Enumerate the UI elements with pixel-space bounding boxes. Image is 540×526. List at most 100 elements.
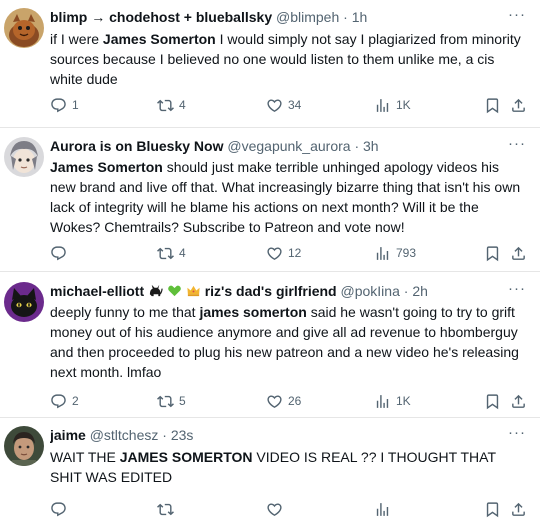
avatar-photo-icon [4, 426, 44, 466]
like-count: 26 [288, 394, 302, 408]
tweet[interactable]: blimp → chodehost + blueballsky @blimpeh… [0, 0, 540, 128]
separator-dot: · [354, 138, 360, 154]
avatar[interactable] [4, 8, 44, 48]
heart-icon [266, 501, 283, 518]
tweet[interactable]: michael-elliott riz's dad's girlfriend @… [0, 272, 540, 418]
timestamp[interactable]: 23s [171, 427, 194, 443]
retweet-button[interactable]: 4 [157, 244, 186, 262]
action-bar: 4 12 793 [50, 244, 530, 262]
avatar[interactable] [4, 426, 44, 466]
avatar-black-cat-icon [4, 282, 44, 322]
crown-emoji-icon [187, 285, 200, 297]
green-heart-emoji-icon [168, 285, 181, 297]
tweet-text: WAIT THE JAMES SOMERTON VIDEO IS REAL ??… [50, 449, 496, 485]
bookmark-icon [484, 245, 501, 262]
view-count: 793 [396, 246, 417, 260]
bookmark-icon [484, 97, 501, 114]
mention-highlight: James Somerton [50, 159, 163, 175]
reply-icon [50, 393, 67, 410]
more-dots-icon[interactable]: ··· [508, 281, 526, 300]
views-chart-icon [374, 501, 391, 518]
bookmark-button[interactable] [484, 244, 501, 262]
views-chart-icon [374, 245, 391, 262]
share-icon [510, 245, 527, 262]
user-handle[interactable]: @stltchesz [90, 427, 159, 443]
like-count: 34 [288, 98, 302, 112]
user-handle[interactable]: @pokIina [341, 283, 400, 299]
reply-icon [50, 245, 67, 262]
display-name-secondary[interactable]: riz's dad's girlfriend [205, 283, 337, 299]
share-icon [510, 501, 527, 518]
user-handle[interactable]: @blimpeh [276, 9, 339, 25]
reply-icon [50, 97, 67, 114]
display-name[interactable]: Aurora is on Bluesky Now [50, 138, 223, 154]
retweet-icon [157, 97, 174, 114]
heart-icon [266, 245, 283, 262]
retweet-icon [157, 393, 174, 410]
black-cat-emoji-icon [149, 284, 163, 297]
reply-count: 1 [72, 98, 79, 112]
view-count: 1K [396, 394, 411, 408]
avatar-anime-character-icon [4, 137, 44, 177]
tweet[interactable]: Aurora is on Bluesky Now @vegapunk_auror… [0, 128, 540, 272]
views-button[interactable] [374, 500, 396, 518]
like-button[interactable] [266, 500, 288, 518]
views-button[interactable]: 793 [374, 244, 416, 262]
bookmark-icon [484, 501, 501, 518]
timestamp[interactable]: 1h [352, 9, 368, 25]
display-name[interactable]: jaime [50, 427, 86, 443]
bookmark-button[interactable] [484, 392, 501, 410]
tweet-header: blimp → chodehost + blueballsky @blimpeh… [50, 8, 506, 26]
avatar[interactable] [4, 282, 44, 322]
reply-button[interactable]: 1 [50, 96, 79, 114]
bookmark-button[interactable] [484, 500, 501, 518]
timestamp[interactable]: 3h [363, 138, 379, 154]
reply-button[interactable]: 2 [50, 392, 79, 410]
reply-button[interactable] [50, 500, 72, 518]
avatar-cartoon-character-icon [4, 8, 44, 48]
like-count: 12 [288, 246, 302, 260]
share-button[interactable] [510, 500, 527, 518]
bookmark-button[interactable] [484, 96, 501, 114]
user-handle[interactable]: @vegapunk_aurora [227, 138, 350, 154]
avatar[interactable] [4, 137, 44, 177]
views-button[interactable]: 1K [374, 96, 411, 114]
retweet-icon [157, 501, 174, 518]
share-icon [510, 393, 527, 410]
like-button[interactable]: 12 [266, 244, 301, 262]
action-bar: 2 5 26 1K [50, 392, 530, 410]
more-dots-icon[interactable]: ··· [508, 425, 526, 444]
display-name[interactable]: michael-elliott [50, 283, 144, 299]
display-name[interactable]: blimp → chodehost + blueballsky [50, 9, 272, 25]
more-dots-icon[interactable]: ··· [508, 7, 526, 26]
share-icon [510, 97, 527, 114]
tweet-header: jaime @stltchesz · 23s [50, 426, 506, 444]
retweet-button[interactable]: 5 [157, 392, 186, 410]
views-chart-icon [374, 97, 391, 114]
view-count: 1K [396, 98, 411, 112]
timestamp[interactable]: 2h [412, 283, 428, 299]
views-button[interactable]: 1K [374, 392, 411, 410]
more-dots-icon[interactable]: ··· [508, 136, 526, 155]
action-bar: 1 4 34 1K [50, 96, 530, 114]
mention-highlight: james somerton [199, 304, 307, 320]
heart-icon [266, 393, 283, 410]
heart-icon [266, 97, 283, 114]
tweet-text: James Somerton should just make terrible… [50, 159, 521, 235]
like-button[interactable]: 34 [266, 96, 301, 114]
retweet-count: 4 [179, 246, 186, 260]
retweet-count: 5 [179, 394, 186, 408]
separator-dot: · [403, 283, 409, 299]
reply-count: 2 [72, 394, 79, 408]
retweet-button[interactable]: 4 [157, 96, 186, 114]
share-button[interactable] [510, 96, 527, 114]
tweet-header: Aurora is on Bluesky Now @vegapunk_auror… [50, 137, 506, 155]
like-button[interactable]: 26 [266, 392, 301, 410]
retweet-count: 4 [179, 98, 186, 112]
tweet[interactable]: jaime @stltchesz · 23s ··· WAIT THE JAME… [0, 418, 540, 526]
share-button[interactable] [510, 244, 527, 262]
share-button[interactable] [510, 392, 527, 410]
retweet-button[interactable] [157, 500, 179, 518]
reply-button[interactable] [50, 244, 72, 262]
action-bar [50, 500, 530, 518]
